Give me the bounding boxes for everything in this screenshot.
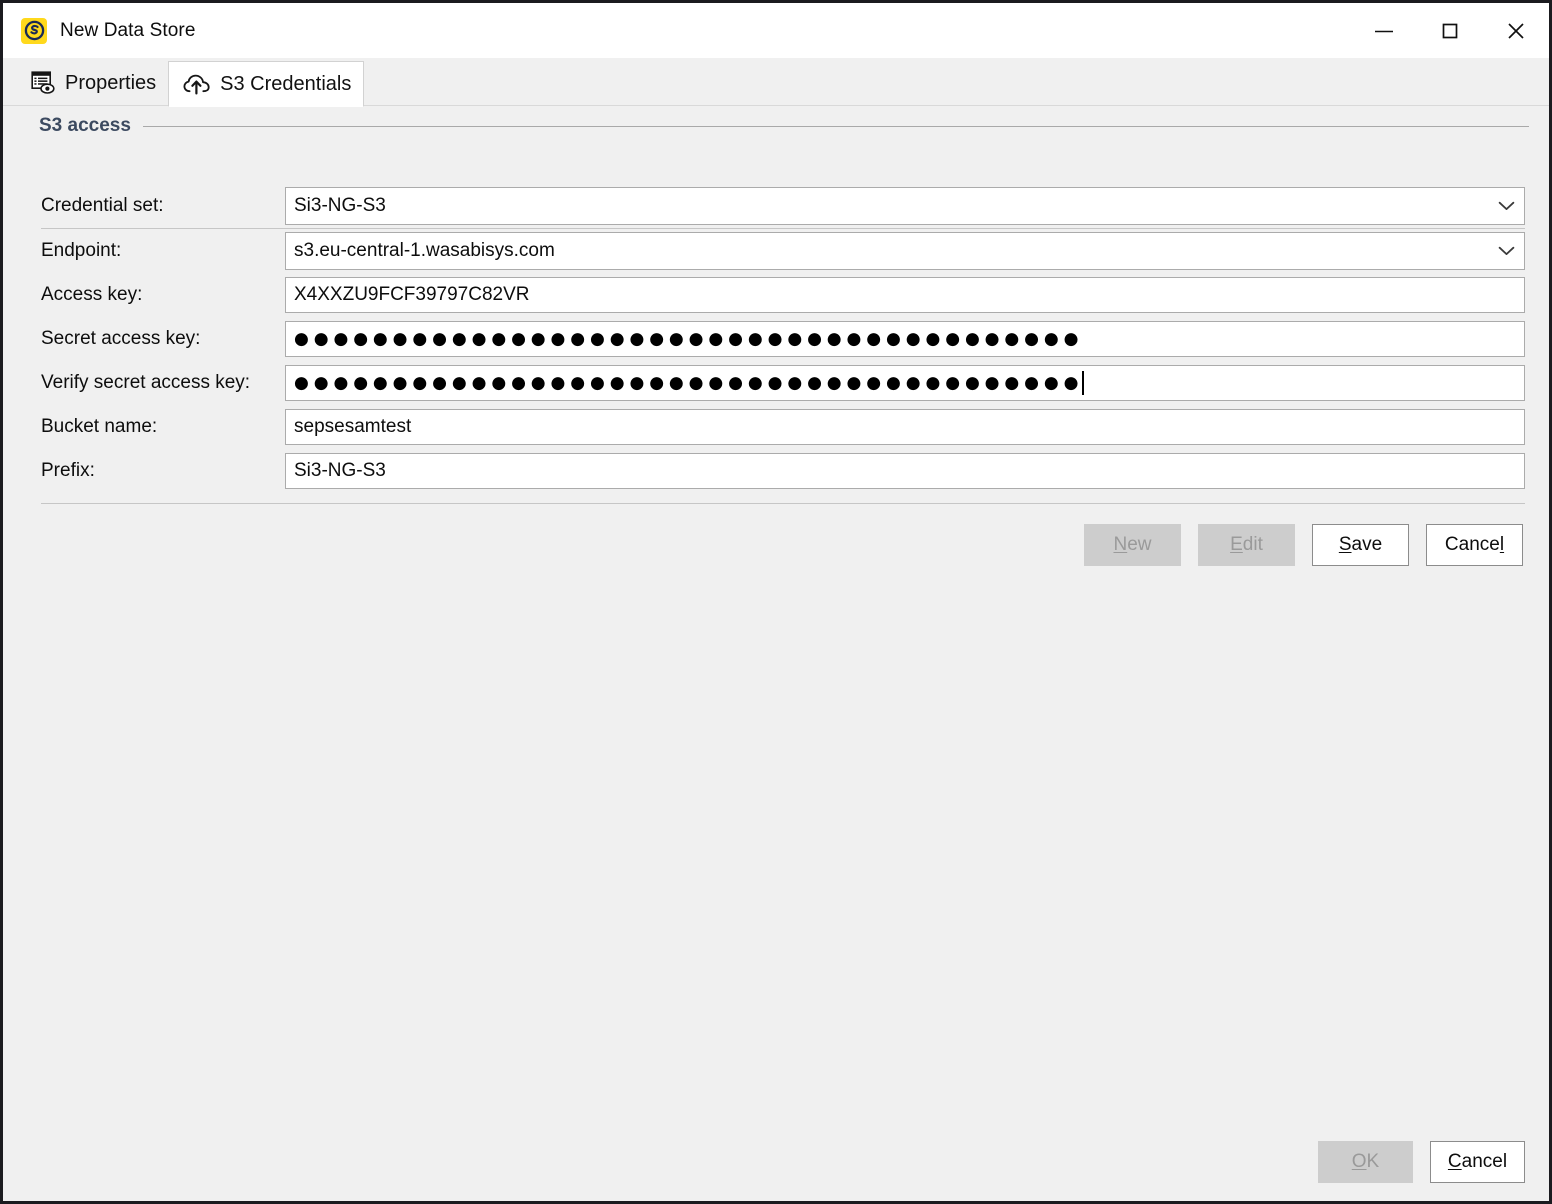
tab-s3-credentials[interactable]: S3 Credentials bbox=[168, 61, 365, 107]
secret-access-key-label: Secret access key: bbox=[41, 328, 201, 349]
credential-set-combobox[interactable]: Si3-NG-S3 bbox=[285, 187, 1525, 225]
new-button-label: ew bbox=[1127, 534, 1152, 555]
row-bucket-name: Bucket name: sepsesamtest bbox=[41, 405, 1525, 449]
s3-access-group-title: S3 access bbox=[39, 115, 131, 136]
tab-bar: Properties S3 Credentials bbox=[3, 58, 1549, 107]
prefix-value: Si3-NG-S3 bbox=[294, 460, 386, 481]
ok-button[interactable]: OK bbox=[1318, 1141, 1413, 1183]
tab-properties[interactable]: Properties bbox=[17, 60, 168, 106]
properties-list-eye-icon bbox=[31, 71, 56, 95]
chevron-down-icon[interactable] bbox=[1498, 201, 1515, 212]
new-button[interactable]: New bbox=[1084, 524, 1181, 566]
new-data-store-window: New Data Store Properties S3 Credentials… bbox=[0, 0, 1552, 1204]
content-area: S3 access Credential set: Si3-NG-S3 Endp… bbox=[3, 106, 1549, 1201]
row-credential-set: Credential set: Si3-NG-S3 bbox=[41, 184, 1525, 228]
edit-button-label: dit bbox=[1242, 534, 1263, 555]
endpoint-label: Endpoint: bbox=[41, 240, 122, 261]
form-divider-2 bbox=[41, 503, 1525, 504]
endpoint-value: s3.eu-central-1.wasabisys.com bbox=[294, 240, 555, 261]
new-button-mnemonic: N bbox=[1113, 534, 1128, 555]
chevron-down-icon[interactable] bbox=[1498, 246, 1515, 257]
row-access-key: Access key: X4XXZU9FCF39797C82VR bbox=[41, 273, 1525, 317]
save-button-mnemonic: S bbox=[1338, 534, 1352, 555]
save-button[interactable]: Save bbox=[1312, 524, 1409, 566]
cancel-button-label: ancel bbox=[1461, 1151, 1508, 1172]
access-key-input[interactable]: X4XXZU9FCF39797C82VR bbox=[285, 277, 1525, 313]
cancel-credentials-button[interactable]: Cance l bbox=[1426, 524, 1523, 566]
window-controls bbox=[1351, 3, 1549, 58]
bucket-name-label: Bucket name: bbox=[41, 416, 158, 437]
cloud-upload-icon bbox=[183, 73, 211, 96]
bucket-name-input[interactable]: sepsesamtest bbox=[285, 409, 1525, 445]
title-bar-left: New Data Store bbox=[3, 17, 196, 44]
access-key-label: Access key: bbox=[41, 284, 143, 305]
app-logo-icon bbox=[21, 17, 47, 44]
credential-button-row: New Edit Save Cance l bbox=[41, 524, 1525, 566]
endpoint-combobox[interactable]: s3.eu-central-1.wasabisys.com bbox=[285, 232, 1525, 270]
verify-secret-access-key-input[interactable]: ●●●●●●●●●●●●●●●●●●●●●●●●●●●●●●●●●●●●●●●● bbox=[285, 365, 1525, 401]
credential-set-value: Si3-NG-S3 bbox=[294, 195, 386, 216]
edit-button-mnemonic: E bbox=[1230, 534, 1243, 555]
row-verify-secret-access-key: Verify secret access key: ●●●●●●●●●●●●●●… bbox=[41, 361, 1525, 405]
secret-access-key-value: ●●●●●●●●●●●●●●●●●●●●●●●●●●●●●●●●●●●●●●●● bbox=[294, 328, 1084, 349]
tab-properties-label: Properties bbox=[65, 71, 157, 94]
verify-secret-access-key-label: Verify secret access key: bbox=[41, 372, 251, 393]
prefix-input[interactable]: Si3-NG-S3 bbox=[285, 453, 1525, 489]
cancel-credentials-button-label: Cance bbox=[1444, 534, 1500, 555]
cancel-button[interactable]: Cancel bbox=[1430, 1141, 1525, 1183]
ok-button-mnemonic: O bbox=[1351, 1151, 1367, 1172]
bucket-name-value: sepsesamtest bbox=[294, 416, 412, 437]
row-secret-access-key: Secret access key: ●●●●●●●●●●●●●●●●●●●●●… bbox=[41, 317, 1525, 361]
prefix-label: Prefix: bbox=[41, 460, 95, 481]
secret-access-key-input[interactable]: ●●●●●●●●●●●●●●●●●●●●●●●●●●●●●●●●●●●●●●●● bbox=[285, 321, 1525, 357]
save-button-label: ave bbox=[1351, 534, 1383, 555]
tab-s3-credentials-label: S3 Credentials bbox=[220, 72, 352, 95]
cancel-button-mnemonic: C bbox=[1447, 1151, 1462, 1172]
ok-button-label: K bbox=[1366, 1151, 1380, 1172]
access-key-value: X4XXZU9FCF39797C82VR bbox=[294, 284, 530, 305]
verify-secret-access-key-value: ●●●●●●●●●●●●●●●●●●●●●●●●●●●●●●●●●●●●●●●● bbox=[294, 372, 1084, 393]
close-button[interactable] bbox=[1483, 3, 1549, 58]
minimize-button[interactable] bbox=[1351, 3, 1417, 58]
credential-set-label: Credential set: bbox=[41, 195, 164, 216]
group-divider bbox=[142, 125, 1529, 127]
s3-access-form: Credential set: Si3-NG-S3 Endpoint: s3.e… bbox=[41, 184, 1525, 566]
row-prefix: Prefix: Si3-NG-S3 bbox=[41, 449, 1525, 493]
maximize-button[interactable] bbox=[1417, 3, 1483, 58]
edit-button[interactable]: Edit bbox=[1198, 524, 1295, 566]
title-bar: New Data Store bbox=[3, 3, 1549, 58]
s3-access-group-header: S3 access bbox=[39, 115, 1529, 137]
cancel-credentials-button-mnemonic: l bbox=[1499, 534, 1505, 555]
window-title: New Data Store bbox=[60, 19, 196, 41]
text-caret bbox=[1082, 371, 1085, 395]
row-endpoint: Endpoint: s3.eu-central-1.wasabisys.com bbox=[41, 229, 1525, 273]
dialog-button-row: OK Cancel bbox=[1318, 1141, 1525, 1183]
